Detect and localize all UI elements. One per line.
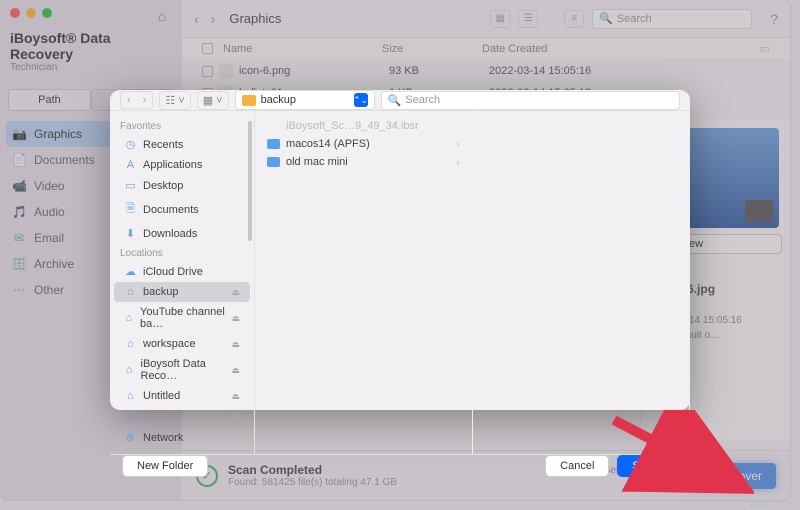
eject-icon[interactable]: ⏏ — [231, 313, 240, 324]
location-label: YouTube channel ba… — [140, 306, 225, 330]
location-label: Desktop — [143, 180, 183, 192]
dialog-back-button[interactable]: ‹ — [121, 92, 137, 108]
group-locations: Locations — [110, 244, 254, 261]
location-item[interactable]: ⊕ Network — [114, 427, 250, 448]
location-icon: ◷ — [124, 138, 137, 151]
location-icon: A — [124, 159, 137, 171]
location-label: Network — [143, 432, 183, 444]
location-icon: ⌂ — [124, 390, 137, 402]
location-item[interactable]: ▭⏏ — [114, 406, 250, 427]
group-favorites: Favorites — [110, 117, 254, 134]
favorite-item[interactable]: ⬇ Downloads — [114, 223, 250, 244]
folder-icon — [267, 139, 280, 149]
folder-icon — [267, 157, 280, 167]
location-item[interactable]: ☁ iCloud Drive — [114, 261, 250, 282]
location-icon: ⌂ — [124, 286, 137, 298]
location-item[interactable]: ⌂ YouTube channel ba… ⏏ — [114, 302, 250, 334]
save-dialog: ‹ › ☷ ˅ ▦ ˅ backup ⌃⌄ 🔍 Search Favorites… — [110, 90, 690, 410]
location-item[interactable]: ⌂ iBoysoft Data Reco… ⏏ — [114, 354, 250, 386]
location-icon: ⌂ — [124, 312, 134, 324]
location-label: backup — [143, 286, 178, 298]
location-item[interactable]: ⌂ backup ⏏ — [114, 282, 250, 302]
entry-label: iBoysoft_Sc…9_49_34.ibsr — [286, 120, 419, 132]
eject-icon[interactable]: ⏏ — [231, 287, 240, 298]
location-item[interactable]: ⌂ Untitled ⏏ — [114, 386, 250, 406]
dialog-column-1: iBoysoft_Sc…9_49_34.ibsrmacos14 (APFS)›o… — [255, 111, 473, 454]
dialog-column-2 — [473, 111, 691, 454]
location-icon: ▭ — [124, 179, 137, 192]
search-icon: 🔍 — [388, 94, 402, 107]
folder-icon — [242, 95, 256, 106]
location-label: iCloud Drive — [143, 266, 203, 278]
dialog-entry[interactable]: macos14 (APFS) › — [259, 135, 468, 153]
location-icon: ⊕ — [124, 431, 137, 444]
dialog-footer: New Folder Cancel Select — [110, 454, 690, 477]
location-item[interactable]: ⌂ workspace ⏏ — [114, 334, 250, 354]
favorite-item[interactable]: ◷ Recents — [114, 134, 250, 155]
dialog-view-columns[interactable]: ☷ ˅ — [159, 91, 190, 110]
sidebar-scrollbar[interactable] — [248, 121, 252, 241]
dialog-toolbar: ‹ › ☷ ˅ ▦ ˅ backup ⌃⌄ 🔍 Search — [110, 90, 690, 111]
chevron-right-icon: › — [457, 157, 460, 167]
location-icon: ⌂ — [124, 338, 137, 350]
location-icon: ☁ — [124, 265, 137, 278]
dialog-nav: ‹ › — [120, 91, 153, 109]
chevron-right-icon: › — [457, 139, 460, 149]
dialog-entry[interactable]: iBoysoft_Sc…9_49_34.ibsr — [259, 117, 468, 135]
location-label: Documents — [143, 204, 199, 216]
location-label: Recents — [143, 139, 183, 151]
location-icon: ⌂ — [124, 364, 135, 376]
dialog-forward-button[interactable]: › — [137, 92, 153, 108]
eject-icon[interactable]: ⏏ — [231, 411, 240, 422]
favorite-item[interactable]: ▭ Desktop — [114, 175, 250, 196]
cancel-button[interactable]: Cancel — [545, 455, 609, 477]
location-label: Applications — [143, 159, 202, 171]
location-label: Untitled — [143, 390, 180, 402]
location-label: Downloads — [143, 228, 197, 240]
location-label: iBoysoft Data Reco… — [141, 358, 226, 382]
entry-label: macos14 (APFS) — [286, 138, 370, 150]
dialog-entry[interactable]: old mac mini › — [259, 153, 468, 171]
dialog-location-picker[interactable]: backup ⌃⌄ — [235, 90, 375, 110]
watermark: wsldn.com — [749, 498, 796, 508]
chevron-updown-icon: ⌃⌄ — [354, 93, 368, 107]
location-icon: 🗎 — [124, 200, 137, 219]
new-folder-button[interactable]: New Folder — [122, 455, 208, 477]
dialog-location-label: backup — [261, 94, 296, 106]
favorite-item[interactable]: A Applications — [114, 155, 250, 175]
dialog-search-placeholder: Search — [405, 94, 440, 106]
dialog-body: Favorites ◷ Recents A Applications ▭ Desktop 🗎… — [110, 111, 690, 454]
location-icon: ⬇ — [124, 227, 137, 240]
favorite-item[interactable]: 🗎 Documents — [114, 196, 250, 223]
entry-label: old mac mini — [286, 156, 348, 168]
eject-icon[interactable]: ⏏ — [231, 365, 240, 376]
location-icon: ▭ — [124, 410, 137, 423]
select-button[interactable]: Select — [617, 455, 678, 477]
dialog-search-input[interactable]: 🔍 Search — [381, 91, 680, 110]
location-label: workspace — [143, 338, 196, 350]
eject-icon[interactable]: ⏏ — [231, 339, 240, 350]
dialog-sidebar: Favorites ◷ Recents A Applications ▭ Desktop 🗎… — [110, 111, 255, 454]
eject-icon[interactable]: ⏏ — [231, 391, 240, 402]
dialog-view-group[interactable]: ▦ ˅ — [197, 91, 229, 110]
